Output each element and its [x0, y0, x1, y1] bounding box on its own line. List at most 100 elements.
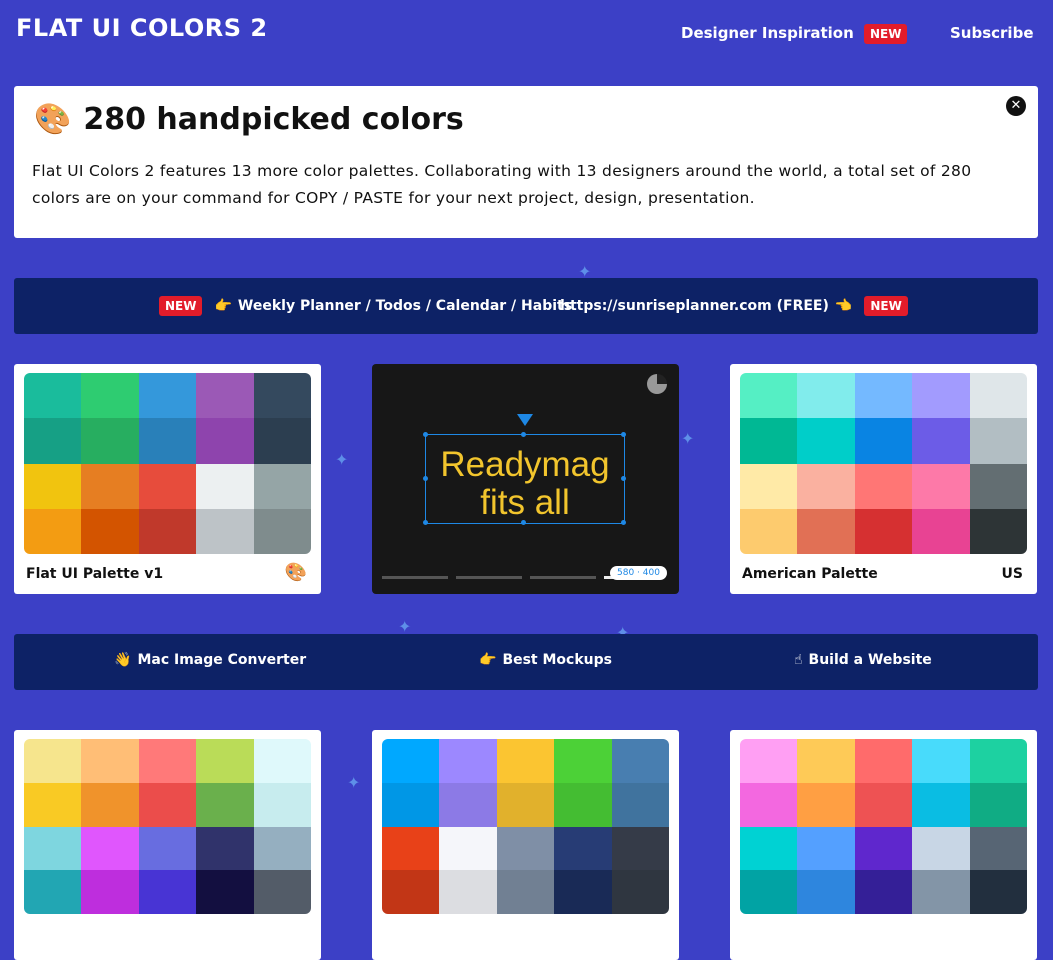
color-swatch[interactable] — [138, 870, 197, 914]
color-swatch[interactable] — [611, 870, 669, 914]
color-swatch[interactable] — [81, 870, 139, 914]
color-swatch[interactable] — [912, 373, 970, 419]
promo-mac-converter[interactable]: 👋 Mac Image Converter — [114, 652, 306, 668]
color-swatch[interactable] — [196, 870, 254, 914]
color-swatch[interactable] — [253, 826, 311, 871]
color-swatch[interactable] — [969, 418, 1027, 464]
color-swatch[interactable] — [439, 739, 497, 783]
color-swatch[interactable] — [554, 782, 612, 827]
color-swatch[interactable] — [740, 782, 798, 827]
color-swatch[interactable] — [24, 463, 82, 509]
color-swatch[interactable] — [253, 739, 311, 783]
color-swatch[interactable] — [196, 373, 254, 419]
color-swatch[interactable] — [253, 870, 311, 914]
color-swatch[interactable] — [740, 463, 798, 509]
color-swatch[interactable] — [797, 508, 855, 554]
color-swatch[interactable] — [912, 463, 970, 509]
color-swatch[interactable] — [496, 782, 555, 827]
color-swatch[interactable] — [253, 508, 311, 554]
color-swatch[interactable] — [854, 418, 913, 464]
color-swatch[interactable] — [854, 870, 913, 914]
color-swatch[interactable] — [912, 782, 970, 827]
color-swatch[interactable] — [81, 418, 139, 464]
site-logo[interactable]: FLAT UI COLORS 2 — [16, 14, 268, 42]
color-swatch[interactable] — [24, 782, 82, 827]
color-swatch[interactable] — [138, 418, 197, 464]
color-swatch[interactable] — [81, 508, 139, 554]
color-swatch[interactable] — [797, 463, 855, 509]
color-swatch[interactable] — [196, 782, 254, 827]
color-swatch[interactable] — [138, 463, 197, 509]
color-swatch[interactable] — [912, 739, 970, 783]
promo-best-mockups[interactable]: 👉 Best Mockups — [479, 652, 612, 668]
color-swatch[interactable] — [81, 782, 139, 827]
palette-card[interactable]: American Palette US — [730, 364, 1037, 594]
color-swatch[interactable] — [854, 739, 913, 783]
color-swatch[interactable] — [196, 463, 254, 509]
color-swatch[interactable] — [382, 870, 440, 914]
palette-card[interactable] — [14, 730, 321, 960]
color-swatch[interactable] — [24, 373, 82, 419]
color-swatch[interactable] — [196, 508, 254, 554]
nav-designer-inspiration[interactable]: Designer Inspiration — [681, 24, 854, 42]
color-swatch[interactable] — [253, 463, 311, 509]
palette-card[interactable] — [730, 730, 1037, 960]
color-swatch[interactable] — [797, 826, 855, 871]
color-swatch[interactable] — [854, 373, 913, 419]
close-icon[interactable]: ✕ — [1006, 96, 1026, 116]
color-swatch[interactable] — [740, 739, 798, 783]
color-swatch[interactable] — [496, 826, 555, 871]
color-swatch[interactable] — [496, 739, 555, 783]
color-swatch[interactable] — [24, 739, 82, 783]
color-swatch[interactable] — [969, 463, 1027, 509]
color-swatch[interactable] — [253, 418, 311, 464]
color-swatch[interactable] — [797, 373, 855, 419]
color-swatch[interactable] — [854, 463, 913, 509]
color-swatch[interactable] — [138, 508, 197, 554]
color-swatch[interactable] — [969, 782, 1027, 827]
color-swatch[interactable] — [253, 373, 311, 419]
readymag-ad[interactable]: Readymag fits all 580 · 400 — [372, 364, 679, 594]
promo-build-website[interactable]: ☝ Build a Website — [794, 652, 932, 668]
color-swatch[interactable] — [611, 826, 669, 871]
color-swatch[interactable] — [138, 782, 197, 827]
color-swatch[interactable] — [81, 826, 139, 871]
color-swatch[interactable] — [196, 826, 254, 871]
color-swatch[interactable] — [81, 739, 139, 783]
color-swatch[interactable] — [138, 739, 197, 783]
color-swatch[interactable] — [496, 870, 555, 914]
color-swatch[interactable] — [554, 870, 612, 914]
color-swatch[interactable] — [969, 373, 1027, 419]
color-swatch[interactable] — [912, 870, 970, 914]
color-swatch[interactable] — [797, 739, 855, 783]
color-swatch[interactable] — [611, 739, 669, 783]
color-swatch[interactable] — [854, 826, 913, 871]
color-swatch[interactable] — [24, 418, 82, 464]
color-swatch[interactable] — [740, 826, 798, 871]
palette-card[interactable]: Flat UI Palette v1 🎨 — [14, 364, 321, 594]
color-swatch[interactable] — [740, 373, 798, 419]
color-swatch[interactable] — [797, 782, 855, 827]
color-swatch[interactable] — [854, 782, 913, 827]
color-swatch[interactable] — [912, 826, 970, 871]
color-swatch[interactable] — [382, 826, 440, 871]
color-swatch[interactable] — [196, 418, 254, 464]
color-swatch[interactable] — [138, 373, 197, 419]
color-swatch[interactable] — [740, 870, 798, 914]
color-swatch[interactable] — [81, 373, 139, 419]
color-swatch[interactable] — [740, 418, 798, 464]
color-swatch[interactable] — [969, 826, 1027, 871]
color-swatch[interactable] — [382, 739, 440, 783]
color-swatch[interactable] — [611, 782, 669, 827]
color-swatch[interactable] — [24, 870, 82, 914]
color-swatch[interactable] — [797, 418, 855, 464]
color-swatch[interactable] — [740, 508, 798, 554]
color-swatch[interactable] — [969, 508, 1027, 554]
color-swatch[interactable] — [969, 870, 1027, 914]
color-swatch[interactable] — [969, 739, 1027, 783]
color-swatch[interactable] — [554, 826, 612, 871]
color-swatch[interactable] — [912, 508, 970, 554]
color-swatch[interactable] — [854, 508, 913, 554]
color-swatch[interactable] — [24, 508, 82, 554]
color-swatch[interactable] — [81, 463, 139, 509]
